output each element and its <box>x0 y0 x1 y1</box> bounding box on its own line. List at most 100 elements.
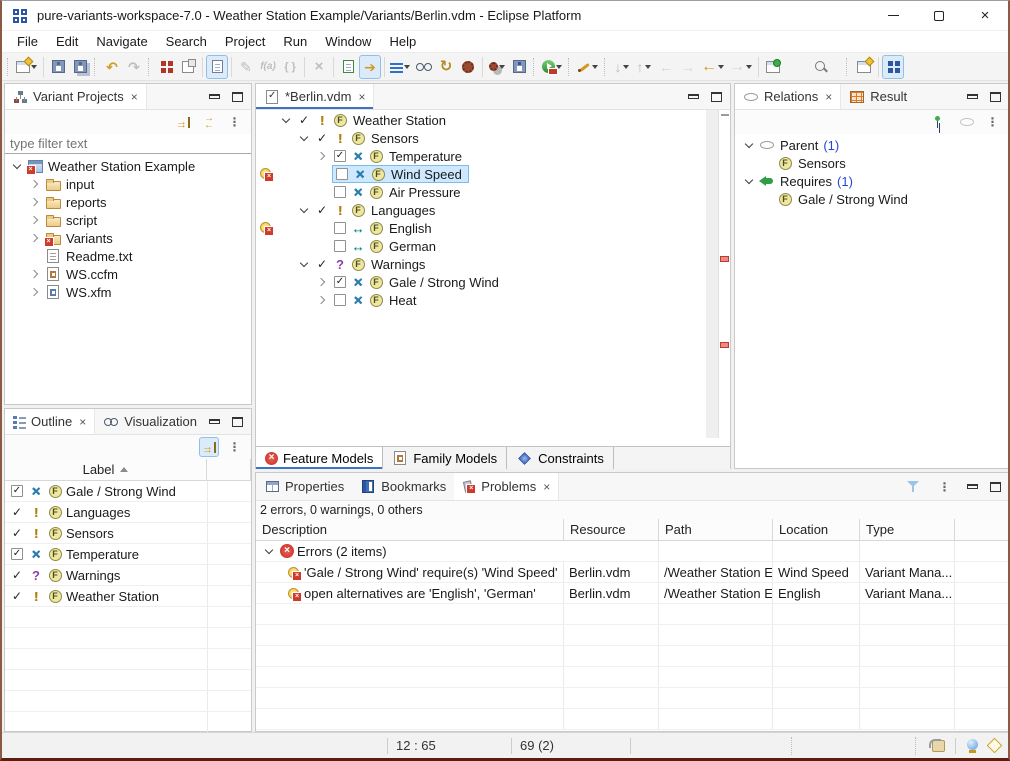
feature-row[interactable]: German <box>256 237 730 255</box>
filter-button[interactable] <box>903 477 923 497</box>
menu-project[interactable]: Project <box>216 32 274 51</box>
tab-bookmarks[interactable]: Bookmarks <box>352 473 454 500</box>
menu-navigate[interactable]: Navigate <box>87 32 156 51</box>
feature-row[interactable]: Air Pressure <box>256 183 730 201</box>
delete-button[interactable]: × <box>308 55 330 79</box>
expander-expanded-icon[interactable] <box>741 173 757 189</box>
close-tab-icon[interactable]: × <box>131 90 138 104</box>
save-model-button[interactable] <box>508 55 530 79</box>
forward-button[interactable]: → <box>727 55 755 79</box>
open-perspective-button[interactable] <box>853 55 875 79</box>
maximize-view-icon[interactable] <box>711 92 722 102</box>
chevron-down-icon[interactable] <box>745 55 753 79</box>
column-type[interactable]: Type <box>860 519 955 541</box>
tree-item-folder[interactable]: reports <box>5 193 251 211</box>
error-marker-icon[interactable] <box>720 342 729 348</box>
tab-result[interactable]: Result <box>841 84 915 109</box>
feature-row[interactable]: Weather Station <box>256 111 730 129</box>
outline-row[interactable]: Warnings <box>5 565 251 586</box>
chevron-down-icon[interactable] <box>644 55 652 79</box>
tab-family-models[interactable]: Family Models <box>383 447 507 469</box>
menu-run[interactable]: Run <box>274 32 316 51</box>
outline-row[interactable]: Weather Station <box>5 586 251 607</box>
pure-variants-button[interactable] <box>155 55 177 79</box>
expander-collapsed-icon[interactable] <box>27 230 43 246</box>
tab-feature-models[interactable]: Feature Models <box>256 447 383 469</box>
minimize-window-button[interactable] <box>870 1 916 30</box>
expander-expanded-icon[interactable] <box>9 158 25 174</box>
edit-attributes-button[interactable]: f(a) <box>257 55 279 79</box>
tab-relations[interactable]: Relations × <box>735 84 841 109</box>
search-button[interactable] <box>810 55 832 79</box>
maximize-view-icon[interactable] <box>232 417 243 427</box>
feature-row[interactable]: Warnings <box>256 255 730 273</box>
checkbox-unchecked-icon[interactable] <box>334 240 346 252</box>
expander-expanded-icon[interactable] <box>261 543 277 559</box>
checkbox-unchecked-icon[interactable] <box>334 186 346 198</box>
tab-problems[interactable]: Problems × <box>454 473 559 500</box>
tab-properties[interactable]: Properties <box>256 473 352 500</box>
new-wizard-button[interactable] <box>14 55 40 79</box>
column-header-empty[interactable] <box>207 459 251 481</box>
column-extra[interactable] <box>955 519 1009 541</box>
minimize-view-icon[interactable] <box>967 484 978 489</box>
problem-row[interactable]: 'Gale / Strong Wind' require(s) 'Wind Sp… <box>256 562 1009 583</box>
tab-outline[interactable]: Outline × <box>5 409 95 434</box>
maximize-window-button[interactable] <box>916 1 962 30</box>
chevron-down-icon[interactable] <box>591 55 599 79</box>
edit-relations-button[interactable]: { } <box>279 55 301 79</box>
tree-item-variants-folder[interactable]: Variants <box>5 229 251 247</box>
maximize-view-icon[interactable] <box>990 92 1001 102</box>
checkbox-checked-icon[interactable] <box>11 548 23 560</box>
outline-row[interactable]: Gale / Strong Wind <box>5 481 251 502</box>
menu-window[interactable]: Window <box>316 32 380 51</box>
import-button[interactable]: ↓ <box>611 55 633 79</box>
close-tab-icon[interactable]: × <box>543 480 550 494</box>
menu-search[interactable]: Search <box>157 32 216 51</box>
edit-element-button[interactable]: ✎ <box>235 55 257 79</box>
evaluate-button[interactable] <box>457 55 479 79</box>
menu-edit[interactable]: Edit <box>47 32 87 51</box>
feature-row[interactable]: Gale / Strong Wind <box>256 273 730 291</box>
view-menu-button[interactable] <box>388 55 413 79</box>
expander-expanded-icon[interactable] <box>296 130 312 146</box>
feature-row[interactable]: Heat <box>256 291 730 309</box>
chevron-down-icon[interactable] <box>622 55 630 79</box>
maximize-view-icon[interactable] <box>232 92 243 102</box>
feature-row[interactable]: Sensors <box>256 129 730 147</box>
tree-item-folder[interactable]: input <box>5 175 251 193</box>
vertical-scrollbar[interactable] <box>706 110 718 438</box>
feature-row[interactable]: English <box>256 219 730 237</box>
expander-collapsed-icon[interactable] <box>27 266 43 282</box>
outline-row[interactable]: Sensors <box>5 523 251 544</box>
expander-expanded-icon[interactable] <box>741 137 757 153</box>
quickfix-marker-icon[interactable] <box>258 220 273 235</box>
tree-item-file[interactable]: WS.xfm <box>5 283 251 301</box>
expander-collapsed-icon[interactable] <box>314 274 330 290</box>
checkbox-checked-icon[interactable] <box>11 485 23 497</box>
tab-berlin-vdm[interactable]: *Berlin.vdm × <box>256 84 374 109</box>
checkbox-unchecked-icon[interactable] <box>334 294 346 306</box>
chevron-down-icon[interactable] <box>717 55 725 79</box>
expander-expanded-icon[interactable] <box>296 256 312 272</box>
minimize-view-icon[interactable] <box>209 419 220 424</box>
next-edit-location-button[interactable]: → <box>677 55 699 79</box>
hierarchy-mode-button[interactable] <box>931 112 951 132</box>
new-window-button[interactable] <box>762 55 784 79</box>
variant-management-perspective-button[interactable] <box>882 55 904 79</box>
expander-collapsed-icon[interactable] <box>314 292 330 308</box>
column-header-label[interactable]: Label <box>5 459 207 481</box>
column-location[interactable]: Location <box>773 519 860 541</box>
tab-constraints[interactable]: Constraints <box>507 447 614 469</box>
expander-collapsed-icon[interactable] <box>27 194 43 210</box>
undo-button[interactable]: ↶ <box>101 55 123 79</box>
sync-button[interactable] <box>199 112 219 132</box>
visualization-button[interactable] <box>413 55 435 79</box>
tab-visualization[interactable]: Visualization <box>95 409 205 434</box>
back-button[interactable]: ← <box>699 55 727 79</box>
tree-item-folder[interactable]: script <box>5 211 251 229</box>
expander-collapsed-icon[interactable] <box>27 284 43 300</box>
marker-status-icon[interactable] <box>932 740 945 752</box>
problems-group-row[interactable]: Errors (2 items) <box>256 541 1009 562</box>
link-with-editor-toggle[interactable] <box>199 437 219 457</box>
